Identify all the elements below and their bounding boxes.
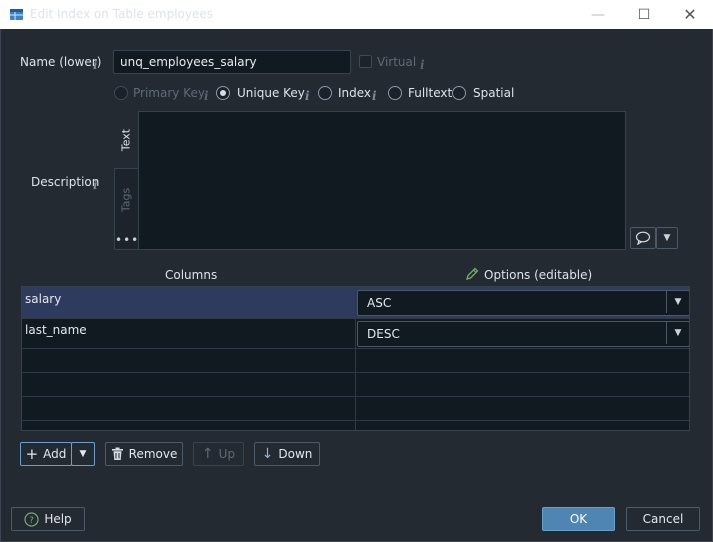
- radio-fulltext[interactable]: [388, 86, 402, 100]
- virtual-label: Virtual: [377, 55, 417, 69]
- cancel-button[interactable]: Cancel: [626, 507, 700, 531]
- plus-icon: +: [25, 444, 39, 463]
- description-label: Description: [31, 175, 100, 189]
- option-select[interactable]: ASC ▼: [357, 290, 689, 316]
- column-cell[interactable]: salary: [22, 287, 356, 318]
- remove-button-label: Remove: [128, 447, 178, 461]
- columns-grid: salary ASC ▼ last_name DESC ▼: [21, 286, 690, 431]
- tab-text-label: Text: [119, 128, 133, 151]
- radio-unique-key-label: Unique Key: [237, 86, 305, 100]
- description-info-icon[interactable]: i: [93, 178, 98, 192]
- question-circle-icon: ?: [24, 511, 39, 527]
- description-textarea[interactable]: [138, 111, 626, 250]
- add-button-label: Add: [43, 447, 67, 461]
- column-cell[interactable]: last_name: [22, 318, 356, 348]
- chevron-down-icon: ▼: [79, 449, 87, 459]
- empty-row: [22, 396, 689, 421]
- option-value: DESC: [367, 327, 400, 341]
- name-input[interactable]: unq_employees_salary: [113, 50, 351, 74]
- comment-button[interactable]: [630, 227, 656, 249]
- radio-fulltext-label: Fulltext: [408, 86, 453, 100]
- chevron-down-icon[interactable]: ▼: [666, 322, 689, 344]
- up-button[interactable]: ↑ Up: [193, 442, 244, 466]
- radio-spatial[interactable]: [452, 86, 466, 100]
- add-button[interactable]: + Add: [20, 442, 72, 466]
- window-title: Edit Index on Table employees: [30, 7, 213, 21]
- radio-primary-key-label: Primary Key: [133, 86, 205, 100]
- radio-unique-key[interactable]: [216, 86, 230, 100]
- tab-tags[interactable]: Tags: [114, 170, 138, 230]
- index-info-icon[interactable]: i: [372, 89, 377, 103]
- name-info-icon[interactable]: i: [93, 58, 98, 72]
- pencil-icon: [464, 266, 480, 285]
- arrow-up-icon: ↑: [201, 446, 214, 462]
- column-name: last_name: [25, 323, 87, 337]
- ok-button-label: OK: [569, 512, 588, 526]
- cancel-button-label: Cancel: [642, 512, 684, 526]
- down-button-label: Down: [278, 447, 313, 461]
- app-table-icon: [9, 7, 24, 22]
- help-button-label: Help: [44, 512, 72, 526]
- trash-icon: [111, 447, 123, 460]
- option-select[interactable]: DESC ▼: [357, 321, 689, 347]
- chevron-down-icon[interactable]: ▼: [666, 291, 689, 313]
- option-value: ASC: [367, 296, 392, 310]
- virtual-info-icon[interactable]: i: [420, 58, 425, 72]
- ok-button[interactable]: OK: [542, 507, 615, 531]
- remove-button[interactable]: Remove: [105, 442, 183, 466]
- up-button-label: Up: [218, 447, 236, 461]
- unique-key-info-icon[interactable]: i: [305, 89, 310, 103]
- empty-row: [22, 348, 689, 373]
- table-row[interactable]: last_name DESC ▼: [22, 318, 689, 349]
- comment-dropdown-button[interactable]: ▼: [656, 227, 678, 249]
- radio-spatial-label: Spatial: [473, 86, 515, 100]
- column-name: salary: [25, 292, 62, 306]
- minimize-button[interactable]: —: [575, 0, 621, 29]
- primary-key-info-icon[interactable]: i: [204, 89, 209, 103]
- empty-row: [22, 372, 689, 397]
- radio-index-label: Index: [338, 86, 372, 100]
- grid-header-options[interactable]: Options (editable): [484, 268, 592, 282]
- tab-text[interactable]: Text: [114, 111, 138, 169]
- chevron-down-icon: ▼: [663, 233, 671, 243]
- more-options-icon[interactable]: •••: [115, 233, 138, 247]
- speech-bubble-icon: [635, 231, 651, 245]
- tab-tags-label: Tags: [119, 187, 133, 213]
- add-dropdown-button[interactable]: ▼: [71, 442, 95, 466]
- arrow-down-icon: ↓: [261, 446, 274, 462]
- radio-primary-key[interactable]: [114, 86, 128, 100]
- svg-text:?: ?: [29, 516, 34, 526]
- virtual-checkbox[interactable]: [359, 55, 372, 68]
- maximize-button[interactable]: ☐: [621, 0, 667, 29]
- radio-index[interactable]: [318, 86, 332, 100]
- empty-row: [22, 420, 689, 430]
- close-button[interactable]: ✕: [667, 0, 713, 29]
- table-row[interactable]: salary ASC ▼: [22, 287, 689, 319]
- grid-header-columns[interactable]: Columns: [165, 268, 217, 282]
- name-label: Name (lower): [20, 55, 102, 69]
- down-button[interactable]: ↓ Down: [254, 442, 320, 466]
- help-button[interactable]: ? Help: [11, 507, 85, 531]
